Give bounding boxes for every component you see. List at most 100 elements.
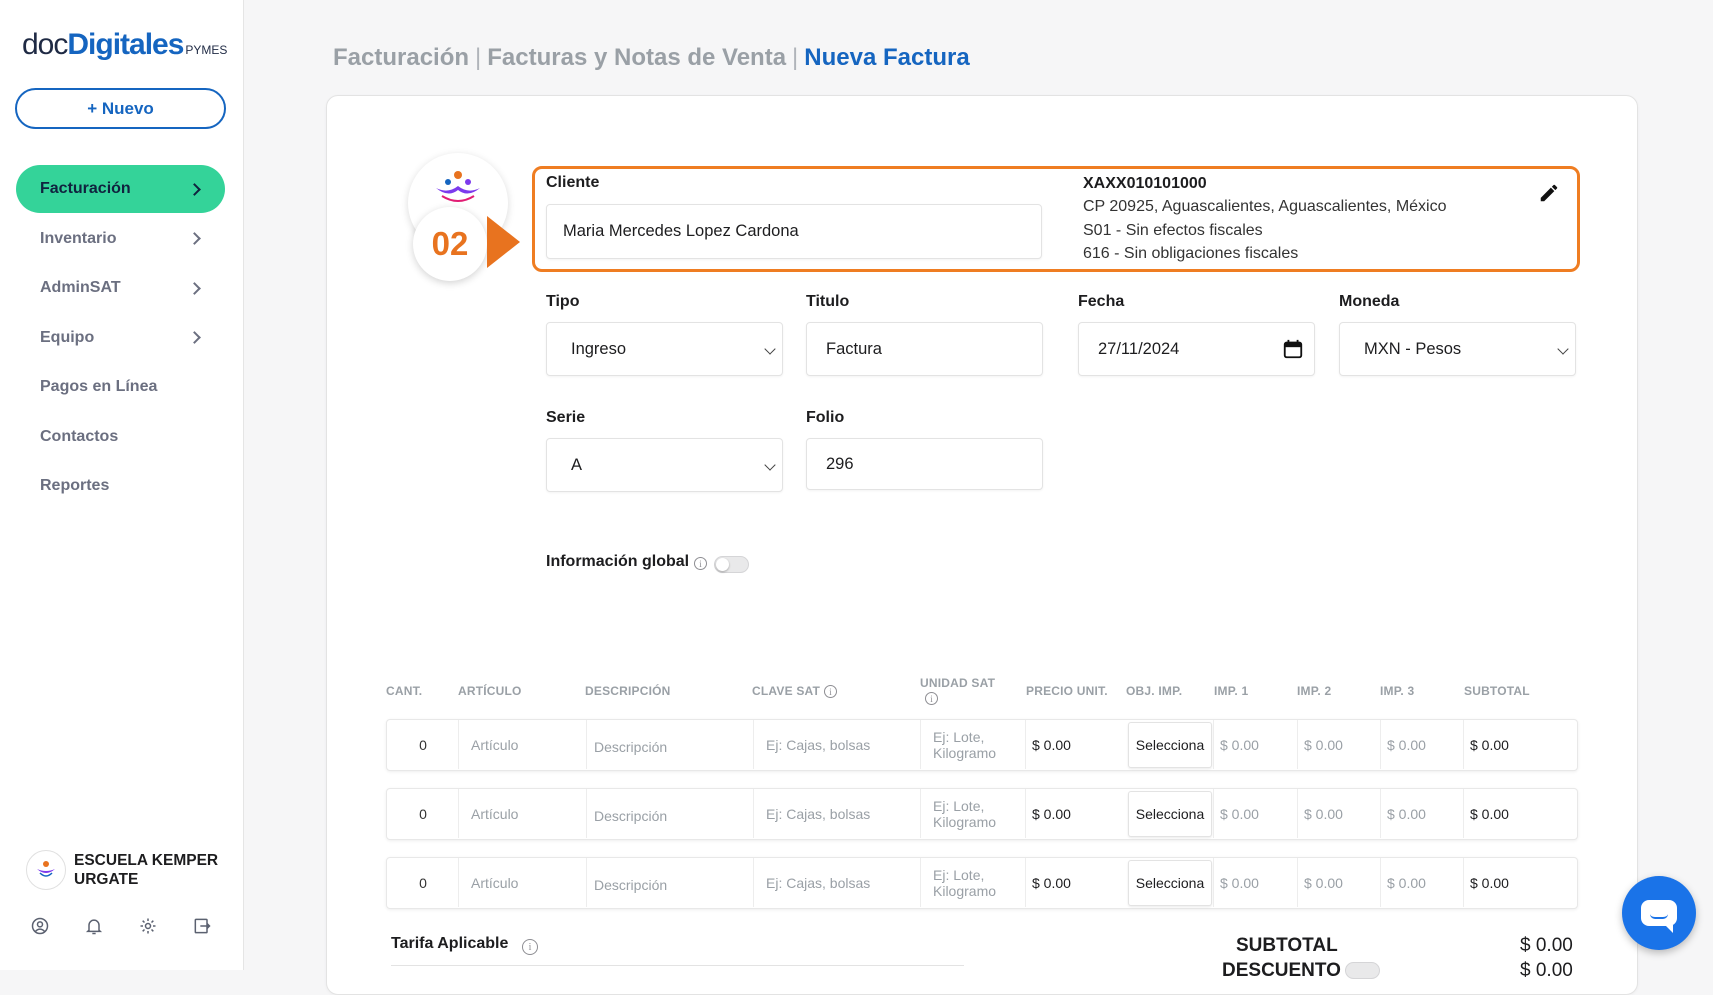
col-obj-imp: OBJ. IMP. (1126, 684, 1183, 698)
sidebar-item-label: Contactos (40, 427, 119, 445)
articulo-field[interactable]: Artículo (458, 858, 586, 907)
user-profile[interactable]: ESCUELA KEMPER URGATE (26, 850, 224, 890)
subtotal-cell: $ 0.00 (1463, 789, 1575, 838)
breadcrumb-facturas[interactable]: Facturas y Notas de Venta (487, 44, 786, 71)
sidebar-item-label: Equipo (40, 328, 95, 346)
chevron-right-icon (188, 182, 201, 196)
descuento-toggle[interactable] (1345, 962, 1380, 979)
sidebar-item-reportes[interactable]: Reportes (16, 462, 225, 510)
chevron-right-icon (188, 331, 201, 344)
imp2-field[interactable]: $ 0.00 (1297, 858, 1381, 907)
sidebar-item-equipo[interactable]: Equipo (16, 314, 225, 362)
tipo-select[interactable]: Ingreso (546, 322, 783, 376)
breadcrumb-facturacion[interactable]: Facturación (333, 44, 469, 71)
folio-label: Folio (806, 409, 845, 426)
subtotal-cell: $ 0.00 (1463, 858, 1575, 907)
clave-sat-field[interactable]: Ej: Cajas, bolsas (753, 858, 921, 907)
col-descripcion: DESCRIPCIÓN (585, 684, 671, 698)
info-icon[interactable]: i (824, 685, 837, 698)
calendar-icon[interactable] (1282, 338, 1304, 360)
tarifa-field[interactable] (391, 965, 964, 971)
info-icon[interactable]: i (694, 557, 707, 570)
client-field[interactable]: Maria Mercedes Lopez Cardona (546, 204, 1042, 259)
col-cant: CANT. (386, 684, 423, 698)
descripcion-field[interactable]: Descripción (586, 720, 753, 769)
sidebar-item-pagos-en-linea[interactable]: Pagos en Línea (16, 363, 225, 411)
tarifa-label: Tarifa Aplicable (391, 935, 509, 952)
sidebar-item-inventario[interactable]: Inventario (16, 215, 225, 263)
sidebar-item-contactos[interactable]: Contactos (16, 413, 225, 461)
info-icon[interactable]: i (522, 939, 538, 955)
unidad-sat-field[interactable]: Ej: Lote, Kilogramo (920, 789, 1026, 838)
user-circle-icon[interactable] (30, 916, 50, 936)
info-global-label: Información global (546, 553, 690, 570)
titulo-field[interactable]: Factura (806, 322, 1043, 376)
precio-field[interactable]: $ 0.00 (1025, 720, 1127, 769)
col-imp-1: IMP. 1 (1214, 684, 1249, 698)
moneda-label: Moneda (1339, 293, 1400, 310)
articulo-field[interactable]: Artículo (458, 789, 586, 838)
brand-logo[interactable]: docDigitales PYMES (22, 28, 227, 62)
logout-icon[interactable] (192, 916, 212, 936)
col-precio-unit: PRECIO UNIT. (1026, 684, 1108, 698)
school-logo-icon (37, 861, 55, 877)
moneda-select[interactable]: MXN - Pesos (1339, 322, 1576, 376)
descripcion-field[interactable]: Descripción (586, 789, 753, 838)
chevron-down-icon (764, 459, 776, 471)
obj-imp-select[interactable]: Selecciona (1128, 860, 1212, 906)
sidebar-item-label: Facturación (40, 180, 131, 197)
obj-imp-select[interactable]: Selecciona (1128, 791, 1212, 837)
imp3-field[interactable]: $ 0.00 (1380, 720, 1464, 769)
imp1-field[interactable]: $ 0.00 (1213, 720, 1297, 769)
clave-sat-field[interactable]: Ej: Cajas, bolsas (753, 720, 921, 769)
unidad-sat-field[interactable]: Ej: Lote, Kilogramo (920, 720, 1026, 769)
breadcrumb-current: Nueva Factura (804, 44, 970, 71)
fecha-field[interactable]: 27/11/2024 (1078, 322, 1315, 376)
col-unidad-sat: UNIDAD SAT (920, 676, 996, 690)
col-clave-sat: CLAVE SAT (752, 684, 821, 698)
tipo-label: Tipo (546, 293, 580, 310)
col-articulo: ARTÍCULO (458, 684, 522, 698)
precio-field[interactable]: $ 0.00 (1025, 789, 1127, 838)
client-address: CP 20925, Aguascalientes, Aguascalientes… (1083, 198, 1447, 216)
folio-field[interactable]: 296 (806, 438, 1043, 490)
cant-field[interactable]: 0 (387, 720, 459, 769)
new-button[interactable]: + Nuevo (15, 88, 226, 129)
imp3-field[interactable]: $ 0.00 (1380, 858, 1464, 907)
descripcion-field[interactable]: Descripción (586, 858, 753, 907)
bell-icon[interactable] (84, 916, 104, 936)
subtotal-value: $ 0.00 (1520, 935, 1573, 956)
sidebar-item-label: Inventario (40, 229, 117, 247)
chat-button[interactable] (1622, 876, 1696, 950)
chevron-down-icon (1557, 343, 1569, 355)
clave-sat-field[interactable]: Ej: Cajas, bolsas (753, 789, 921, 838)
cant-field[interactable]: 0 (387, 789, 459, 838)
client-label: Cliente (546, 174, 600, 191)
imp3-field[interactable]: $ 0.00 (1380, 789, 1464, 838)
breadcrumb: Facturación | Facturas y Notas de Venta | Nu… (333, 44, 970, 71)
table-row: 0 Artículo Descripción Ej: Cajas, bolsas… (386, 788, 1578, 840)
cant-field[interactable]: 0 (387, 858, 459, 907)
info-icon[interactable]: i (925, 692, 938, 705)
precio-field[interactable]: $ 0.00 (1025, 858, 1127, 907)
step-number-badge: 02 (413, 207, 487, 281)
table-row: 0 Artículo Descripción Ej: Cajas, bolsas… (386, 857, 1578, 909)
imp1-field[interactable]: $ 0.00 (1213, 789, 1297, 838)
sidebar-nav: Facturación Inventario AdminSAT Equipo P… (16, 165, 225, 512)
serie-select[interactable]: A (546, 438, 783, 492)
unidad-sat-field[interactable]: Ej: Lote, Kilogramo (920, 858, 1026, 907)
step-arrow-icon (487, 216, 520, 268)
client-details: XAXX010101000 CP 20925, Aguascalientes, … (1083, 172, 1447, 265)
sidebar-item-adminsat[interactable]: AdminSAT (16, 264, 225, 312)
imp2-field[interactable]: $ 0.00 (1297, 720, 1381, 769)
fecha-label: Fecha (1078, 293, 1125, 310)
imp1-field[interactable]: $ 0.00 (1213, 858, 1297, 907)
obj-imp-select[interactable]: Selecciona (1128, 722, 1212, 768)
serie-label: Serie (546, 409, 586, 426)
pencil-icon[interactable] (1538, 182, 1560, 204)
articulo-field[interactable]: Artículo (458, 720, 586, 769)
gear-icon[interactable] (138, 916, 158, 936)
info-global-toggle[interactable] (714, 556, 749, 573)
imp2-field[interactable]: $ 0.00 (1297, 789, 1381, 838)
sidebar-item-facturacion[interactable]: Facturación (16, 165, 225, 213)
